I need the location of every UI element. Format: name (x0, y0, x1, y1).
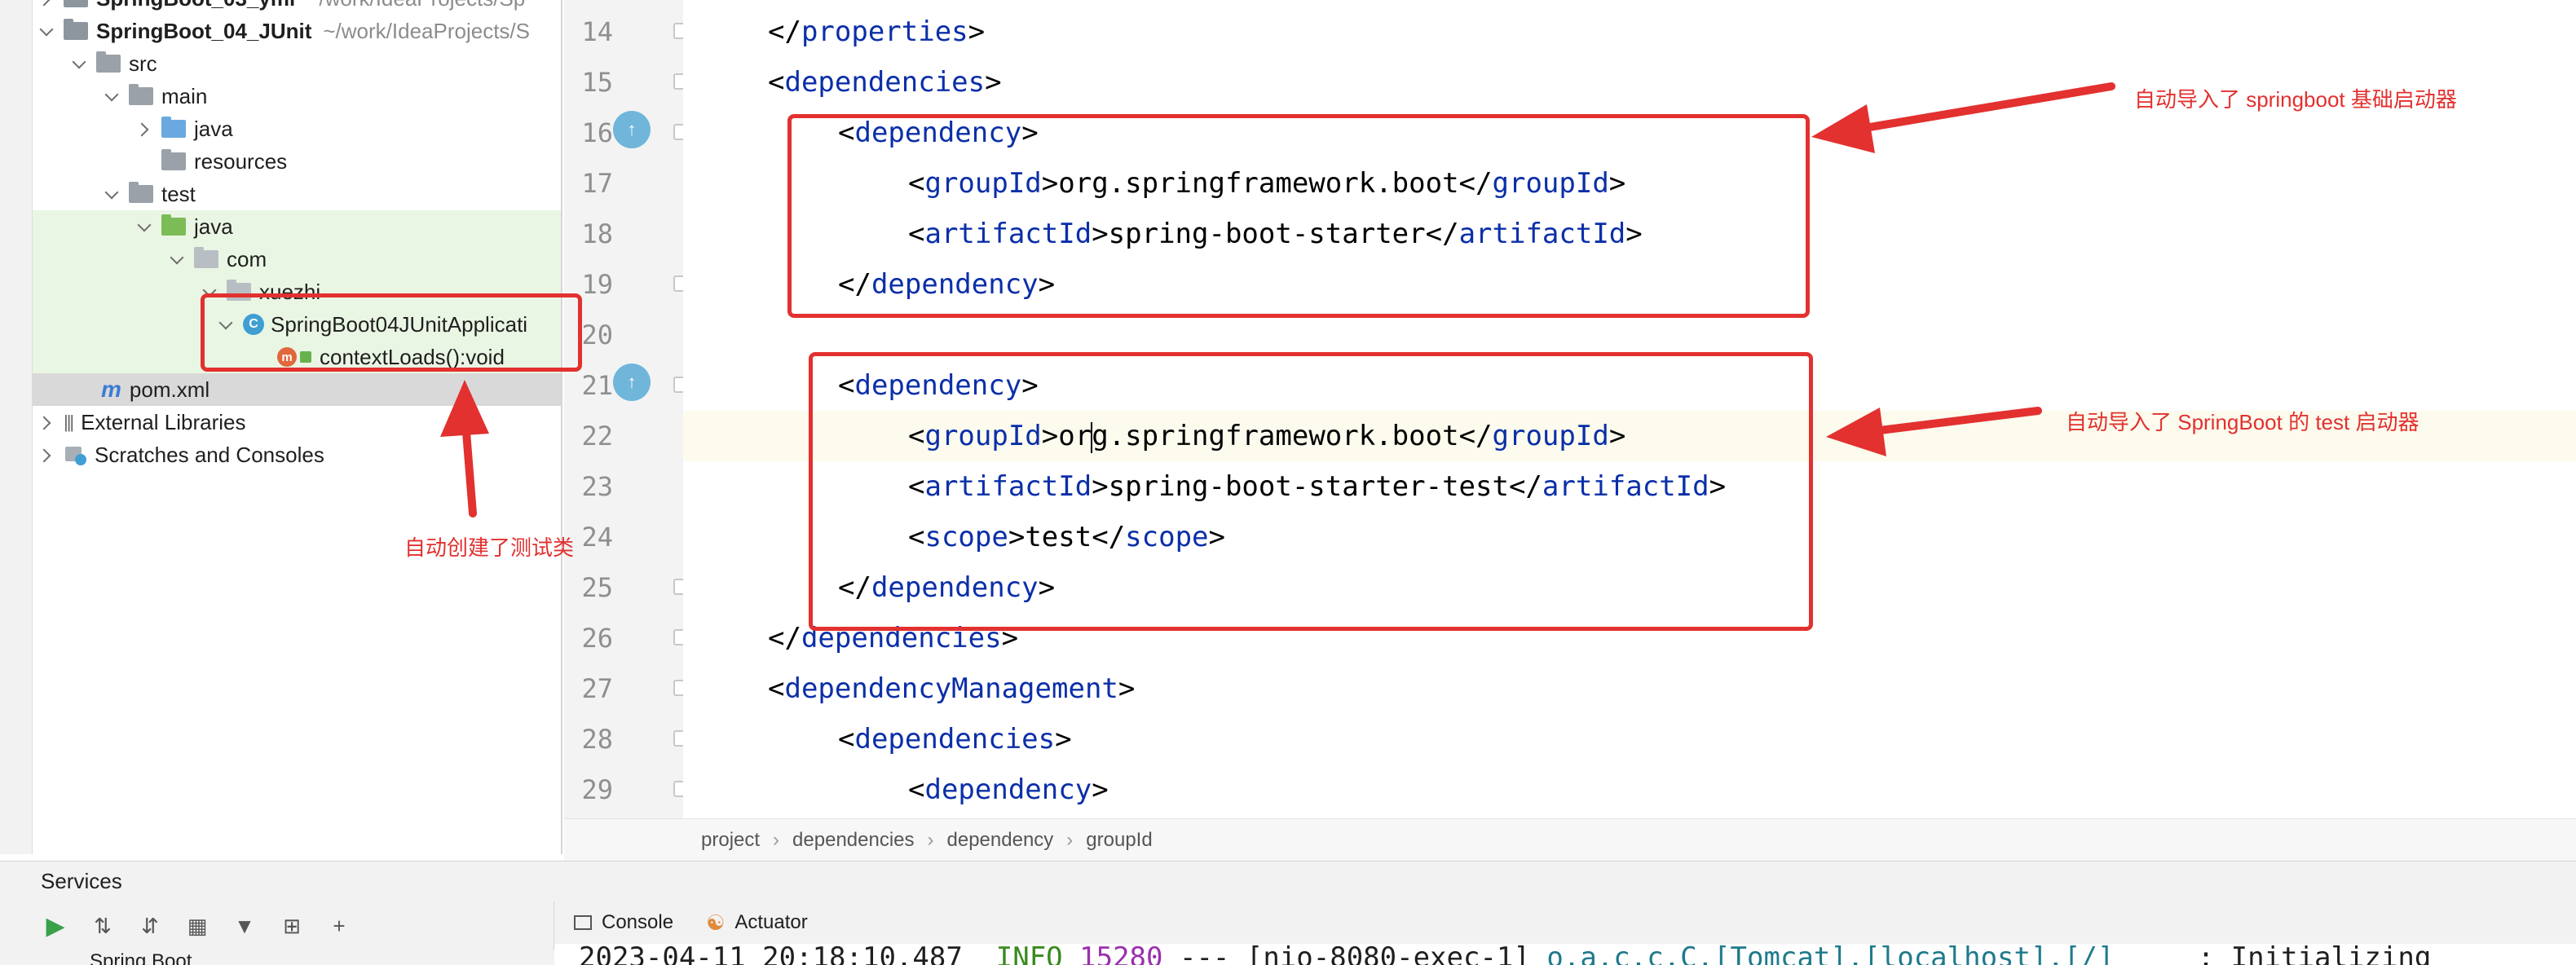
tree-item-main-java[interactable]: java (33, 112, 561, 145)
line-number: 29 (581, 774, 613, 805)
module-folder-icon (64, 0, 88, 7)
console-icon (574, 915, 592, 930)
line-number: 28 (581, 724, 613, 755)
tree-item-main[interactable]: main (33, 80, 561, 112)
breadcrumb-separator-icon: › (927, 828, 934, 851)
new-tab-icon[interactable]: ⊞ (279, 913, 305, 939)
project-tree-panel: SpringBoot_03_yml ~/work/IdeaProjects/Sp… (33, 0, 562, 854)
tree-item-src[interactable]: src (33, 47, 561, 80)
code-line[interactable]: <dependency> (908, 765, 1109, 815)
chevron-right-icon[interactable] (137, 121, 153, 137)
console-output-line: 2023-04-11 20:18:10.487 INFO 15280 --- [… (579, 944, 2432, 965)
breadcrumb-item[interactable]: dependency (947, 829, 1054, 852)
line-number: 25 (581, 572, 613, 603)
tree-item-test-java[interactable]: java (33, 210, 561, 243)
folder-icon (129, 84, 153, 105)
test-source-folder-icon (161, 214, 186, 236)
group-by-icon[interactable]: ▦ (184, 913, 210, 939)
maven-dependency-gutter-icon[interactable]: ↑ (613, 364, 651, 401)
chevron-down-icon[interactable] (39, 23, 55, 39)
maven-dependency-gutter-icon[interactable]: ↑ (613, 111, 651, 148)
tab-console[interactable]: Console (574, 911, 673, 934)
code-line[interactable]: <dependencies> (838, 714, 1072, 765)
source-folder-icon (161, 117, 186, 138)
tree-item-com[interactable]: com (33, 243, 561, 275)
annotation-box-test-starter (809, 352, 1813, 631)
maven-icon: m (101, 377, 121, 402)
folder-icon (129, 182, 153, 203)
line-number: 14 (581, 16, 613, 47)
add-service-icon[interactable]: + (326, 913, 352, 939)
package-icon (194, 247, 218, 268)
annotation-text-starter: 自动导入了 springboot 基础启动器 (2134, 87, 2457, 112)
actuator-icon: ☯ (706, 910, 726, 935)
annotation-text-test-starter: 自动导入了 SpringBoot 的 test 启动器 (2066, 410, 2419, 434)
breadcrumb-item[interactable]: groupId (1086, 829, 1152, 852)
code-line[interactable]: <dependencies> (768, 57, 1002, 108)
breadcrumb-separator-icon: › (773, 828, 780, 851)
line-number: 16 (581, 117, 613, 148)
line-number: 18 (581, 218, 613, 249)
line-number: 22 (581, 421, 613, 452)
resources-folder-icon (161, 149, 186, 170)
left-tool-stripe (0, 0, 33, 854)
expand-all-icon[interactable]: ⇅ (90, 913, 116, 939)
line-number: 27 (581, 673, 613, 704)
run-icon[interactable]: ▶ (42, 913, 68, 940)
annotation-box-starter (787, 114, 1810, 318)
chevron-down-icon[interactable] (170, 251, 186, 267)
chevron-down-icon[interactable] (104, 186, 121, 202)
services-title-bar: Services (0, 861, 2576, 901)
services-title: Services (41, 869, 122, 893)
console-tabs: Console ☯ Actuator (554, 901, 2576, 944)
chevron-right-icon[interactable] (39, 447, 55, 463)
line-number: 17 (581, 168, 613, 199)
line-number: 26 (581, 623, 613, 654)
tree-item-resources[interactable]: resources (33, 145, 561, 178)
chevron-down-icon[interactable] (72, 55, 88, 72)
code-line[interactable]: </properties> (768, 7, 985, 57)
tree-item-springboot-03-yml[interactable]: SpringBoot_03_yml ~/work/IdeaProjects/Sp (33, 0, 561, 15)
collapse-all-icon[interactable]: ⇵ (137, 913, 163, 939)
breadcrumb-item[interactable]: project (701, 829, 760, 852)
tree-item-springboot-04-junit[interactable]: SpringBoot_04_JUnit ~/work/IdeaProjects/… (33, 15, 561, 47)
tree-item-scratches[interactable]: Scratches and Consoles (33, 438, 561, 471)
line-number: 23 (581, 471, 613, 502)
services-toolbar: ▶ ⇅ ⇵ ▦ ▼ ⊞ + (0, 901, 554, 950)
filter-icon[interactable]: ▼ (232, 913, 258, 939)
breadcrumb-separator-icon: › (1066, 828, 1074, 851)
annotation-text-test-class: 自动创建了测试类 (404, 535, 575, 560)
tree-item-test[interactable]: test (33, 178, 561, 210)
chevron-down-icon[interactable] (104, 88, 121, 104)
chevron-right-icon[interactable] (39, 0, 55, 7)
annotation-box-test-class (201, 293, 582, 372)
folder-icon (96, 51, 121, 73)
tree-item-pom-xml[interactable]: m pom.xml (33, 373, 561, 406)
chevron-right-icon[interactable] (39, 414, 55, 430)
breadcrumb-item[interactable]: dependencies (792, 829, 914, 852)
services-tree-item-spring-boot[interactable]: Spring Boot (0, 950, 554, 965)
libraries-icon: ||| (64, 412, 74, 432)
tab-actuator[interactable]: ☯ Actuator (706, 910, 808, 936)
tree-item-external-libraries[interactable]: ||| External Libraries (33, 406, 561, 438)
line-number: 15 (581, 67, 613, 98)
code-line[interactable]: <dependencyManagement> (768, 663, 1135, 714)
chevron-down-icon[interactable] (137, 218, 153, 235)
breadcrumb: project › dependencies › dependency › gr… (564, 818, 2576, 861)
module-folder-icon (64, 19, 88, 40)
scratches-icon (64, 444, 86, 465)
